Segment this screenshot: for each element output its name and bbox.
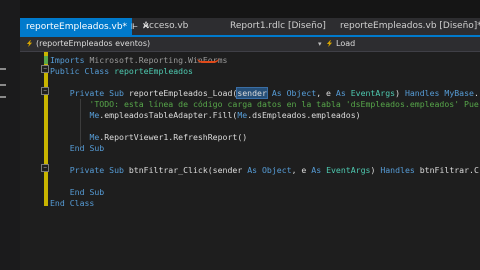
code-line[interactable]: Private Sub btnFiltrar_Click(sender As O… — [50, 165, 479, 176]
code-token: btnFiltrar_Click(sender — [128, 165, 248, 175]
code-token: Sub — [89, 143, 105, 153]
chevron-down-icon[interactable]: ▾ — [318, 38, 322, 50]
code-line[interactable]: Public Class reporteEmpleados — [50, 66, 193, 77]
panel-marker — [0, 84, 6, 86]
code-token: Private — [50, 165, 110, 175]
class-events-label: (reporteEmpleados eventos) — [36, 39, 151, 48]
tab-label: reporteEmpleados.vb [Diseño]* — [340, 21, 480, 31]
code-token: End — [50, 143, 90, 153]
code-token: As — [311, 165, 327, 175]
code-token: . — [473, 88, 479, 98]
code-token: Sub — [89, 187, 105, 197]
lightning-icon — [326, 40, 333, 47]
code-token: As — [266, 88, 287, 98]
method-label: Load — [336, 39, 356, 48]
code-token: Object — [261, 165, 292, 175]
code-token: MyBase — [444, 88, 474, 98]
tab-label: Acceso.vb — [143, 21, 189, 31]
code-token: Object — [286, 88, 317, 98]
code-line[interactable]: 'TODO: esta línea de código carga datos … — [50, 99, 479, 110]
code-line[interactable]: End Sub — [50, 187, 105, 198]
code-token: .empleadosTableAdapter.Fill( — [99, 110, 238, 120]
class-events-dropdown[interactable]: (reporteEmpleados eventos) — [26, 38, 316, 50]
solution-explorer-edge[interactable] — [0, 0, 20, 270]
code-token: Sub — [109, 165, 129, 175]
code-token: Me — [89, 132, 100, 142]
change-marker — [44, 64, 48, 206]
tab-report1-rdlc[interactable]: Report1.rdlc [Diseño] — [224, 18, 330, 35]
code-token: .ReportViewer1.RefreshReport() — [99, 132, 248, 142]
vs-editor-window: reporteEmpleados.vb* ⊩ ✕ Acceso.vb Report1… — [0, 0, 480, 270]
code-line[interactable]: Private Sub reporteEmpleados_Load(sender… — [50, 87, 479, 99]
tab-reporteempleados-design[interactable]: reporteEmpleados.vb [Diseño]* — [334, 18, 480, 35]
code-token: Sub — [109, 88, 129, 98]
code-token: ) — [370, 165, 381, 175]
code-token: As — [247, 165, 262, 175]
code-token: End — [50, 198, 70, 208]
code-token: 'TODO: esta línea de código carga datos … — [50, 99, 479, 109]
code-navigation-bar: (reporteEmpleados eventos) ▾ Load — [20, 37, 480, 52]
tab-label: Report1.rdlc [Diseño] — [230, 21, 326, 31]
highlighted-token: sender — [236, 87, 268, 99]
tab-label: reporteEmpleados.vb* — [26, 22, 128, 32]
method-dropdown[interactable]: Load — [326, 38, 476, 50]
code-token: Class — [84, 66, 115, 76]
collapse-toggle[interactable]: − — [41, 65, 49, 73]
code-token: .dsEmpleados.empleados) — [247, 110, 361, 120]
panel-marker — [0, 96, 6, 98]
code-token: Handles — [404, 88, 445, 98]
code-editor[interactable]: − − − Imports Microsoft.Reporting.WinFor… — [20, 52, 480, 270]
lightning-icon — [26, 40, 33, 47]
code-token: As — [335, 88, 351, 98]
code-line[interactable]: Me.ReportViewer1.RefreshReport() — [50, 132, 247, 143]
code-token: Class — [69, 198, 95, 208]
annotation-underline — [197, 58, 219, 63]
panel-marker — [0, 68, 6, 70]
code-line[interactable]: Me.empleadosTableAdapter.Fill(Me.dsEmple… — [50, 110, 361, 121]
tab-acceso-vb[interactable]: Acceso.vb — [137, 18, 207, 35]
code-token: ) — [395, 88, 405, 98]
code-token: Imports — [50, 55, 90, 65]
code-token: reporteEmpleados_Load( — [128, 88, 238, 98]
code-line[interactable]: End Sub — [50, 143, 105, 154]
code-token: Me — [89, 110, 100, 120]
collapse-toggle[interactable]: − — [41, 164, 49, 172]
document-tab-bar: reporteEmpleados.vb* ⊩ ✕ Acceso.vb Report1… — [20, 18, 480, 37]
code-token: Private — [50, 88, 110, 98]
collapse-toggle[interactable]: − — [41, 87, 49, 95]
code-token: reporteEmpleados — [114, 66, 193, 76]
code-token: End — [50, 187, 90, 197]
code-line[interactable]: End Class — [50, 198, 94, 209]
code-token: EventArgs — [326, 165, 371, 175]
code-token: Handles — [380, 165, 420, 175]
code-token: , e — [291, 165, 312, 175]
saved-change-marker — [44, 56, 48, 64]
code-token: btnFiltrar.C — [419, 165, 479, 175]
tab-reporteempleados-vb[interactable]: reporteEmpleados.vb* ⊩ ✕ — [20, 18, 150, 35]
code-token: , e — [316, 88, 336, 98]
code-token: Me — [237, 110, 248, 120]
code-token: Public — [50, 66, 85, 76]
code-token: EventArgs — [350, 88, 396, 98]
